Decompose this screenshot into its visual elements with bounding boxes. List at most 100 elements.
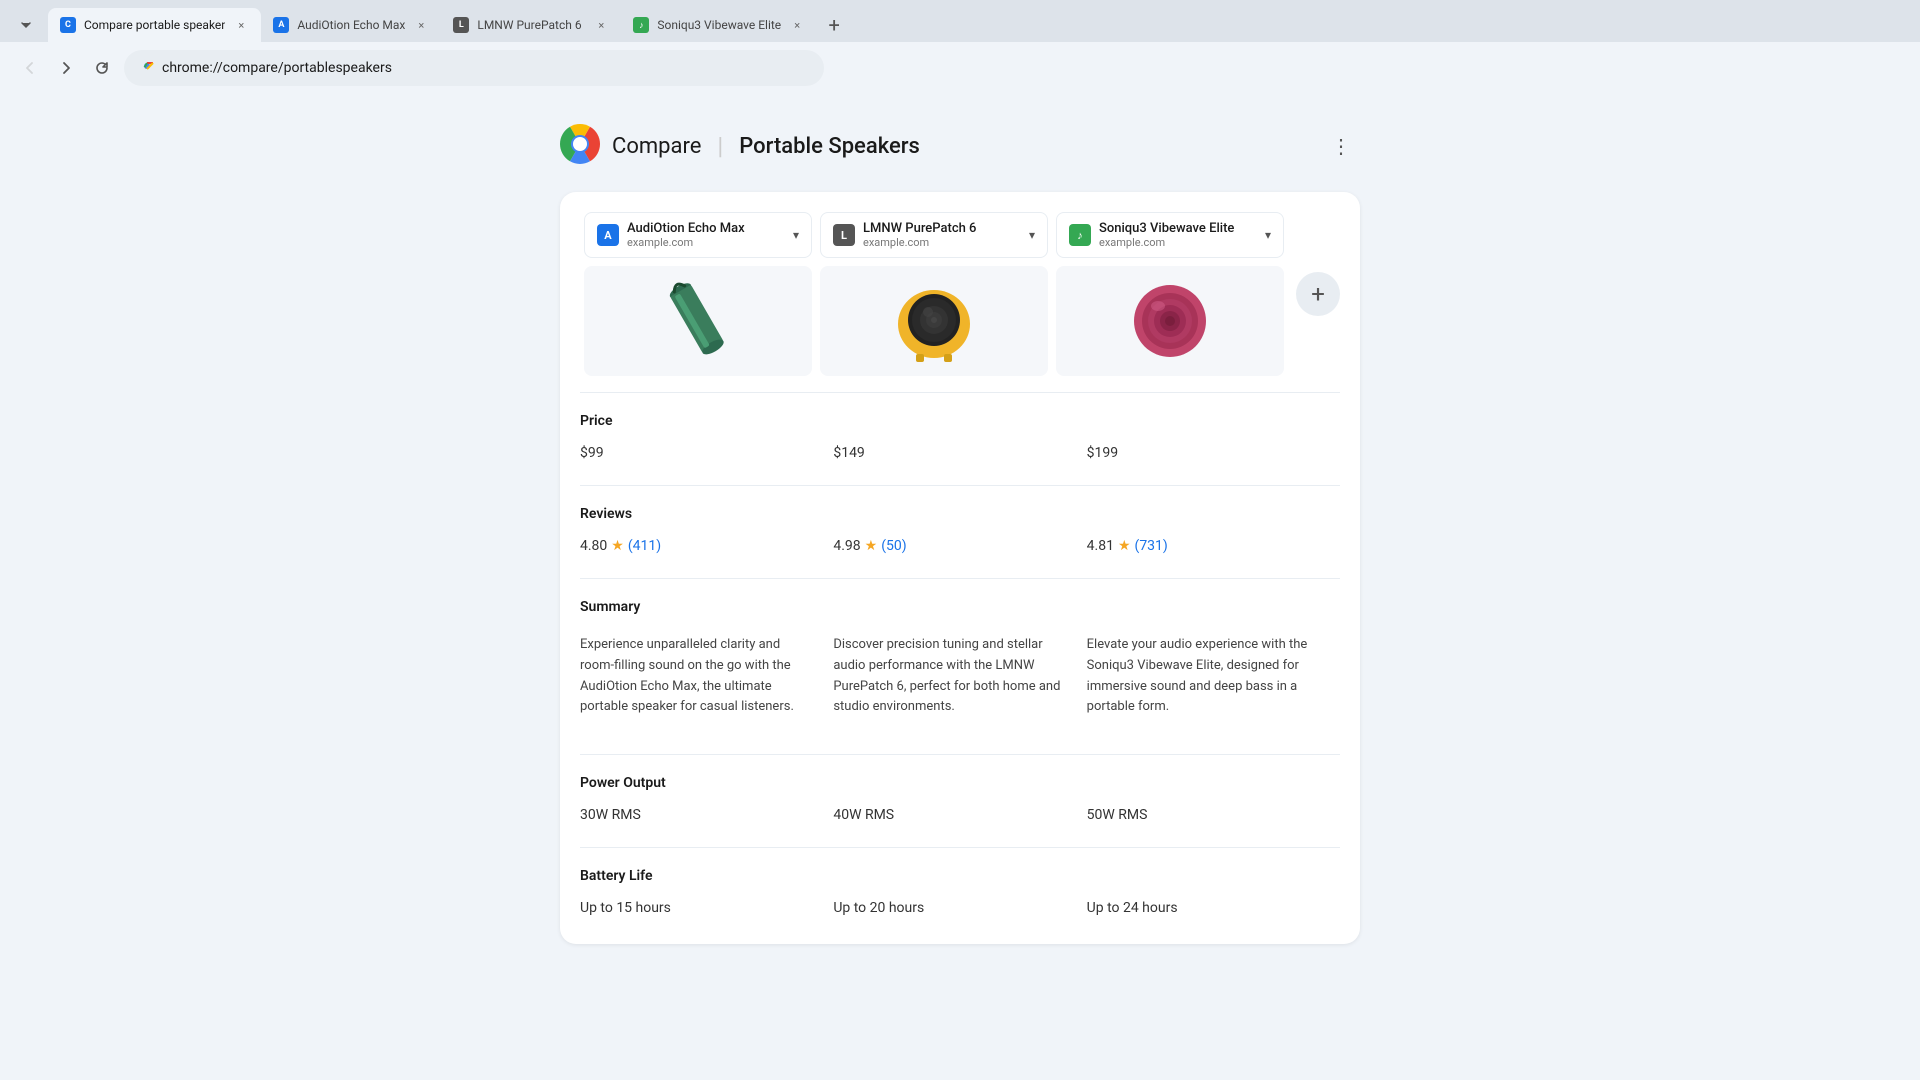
power-data-row: 30W RMS 40W RMS 50W RMS (580, 799, 1340, 831)
product-3-summary-cell: Elevate your audio experience with the S… (1087, 631, 1340, 730)
speaker-3-svg (1120, 266, 1220, 376)
add-product-button[interactable]: + (1296, 272, 1340, 316)
battery-divider (580, 847, 1340, 848)
product-1-name: AudiOtion Echo Max (627, 221, 785, 236)
product-1-image (584, 266, 812, 376)
product-3-star-icon: ★ (1118, 538, 1131, 554)
product-3-info: Soniqu3 Vibewave Elite example.com (1099, 221, 1257, 249)
tab-compare-portable-speakers[interactable]: C Compare portable speaker × (48, 8, 261, 42)
address-bar: chrome://compare/portablespeakers (0, 42, 1920, 94)
battery-section-label: Battery Life (580, 856, 1340, 892)
page-header: Compare | Portable Speakers ⋮ (560, 124, 1360, 168)
product-2-icon: L (833, 224, 855, 246)
price-data-row: $99 $149 $199 (580, 437, 1340, 469)
compare-app-name: Compare (612, 134, 701, 159)
page-header-left: Compare | Portable Speakers (560, 124, 920, 168)
tab2-close-button[interactable]: × (413, 17, 429, 33)
tab2-favicon: A (273, 17, 289, 33)
product-1-selector: A AudiOtion Echo Max example.com ▾ (580, 212, 816, 376)
product-2-battery: Up to 20 hours (833, 900, 1086, 916)
product-2-star-icon: ★ (865, 538, 878, 554)
product-2-review-count-link[interactable]: (50) (881, 538, 906, 554)
tab4-close-button[interactable]: × (789, 17, 805, 33)
product-1-icon: A (597, 224, 619, 246)
products-row: A AudiOtion Echo Max example.com ▾ (580, 212, 1340, 376)
summary-data-row: Experience unparalleled clarity and room… (580, 623, 1340, 738)
browser-frame: C Compare portable speaker × A AudiOtion… (0, 0, 1920, 94)
tab4-favicon: ♪ (633, 17, 649, 33)
tab-audiotion-echo-max[interactable]: A AudiOtion Echo Max × (261, 8, 441, 42)
reload-button[interactable] (88, 54, 116, 82)
product-3-summary: Elevate your audio experience with the S… (1087, 631, 1324, 730)
tab1-title: Compare portable speaker (84, 18, 225, 32)
product-2-header[interactable]: L LMNW PurePatch 6 example.com ▾ (820, 212, 1048, 258)
product-2-dropdown-icon: ▾ (1029, 228, 1035, 242)
tab4-title: Soniqu3 Vibewave Elite (657, 18, 781, 32)
product-2-summary-cell: Discover precision tuning and stellar au… (833, 631, 1086, 730)
product-3-name: Soniqu3 Vibewave Elite (1099, 221, 1257, 236)
product-1-dropdown-icon: ▾ (793, 228, 799, 242)
product-1-rating-row: 4.80 ★ (411) (580, 538, 817, 554)
tab2-title: AudiOtion Echo Max (297, 18, 405, 32)
tab3-close-button[interactable]: × (593, 17, 609, 33)
product-3-reviews: 4.81 ★ (731) (1087, 538, 1340, 554)
compare-container: Compare | Portable Speakers ⋮ A AudiOtio… (560, 124, 1360, 1050)
tab1-close-button[interactable]: × (233, 17, 249, 33)
product-1-header[interactable]: A AudiOtion Echo Max example.com ▾ (584, 212, 812, 258)
header-separator: | (717, 132, 723, 160)
product-3-review-count: 731 (1139, 538, 1163, 554)
product-2-image (820, 266, 1048, 376)
product-3-power: 50W RMS (1087, 807, 1340, 823)
product-2-reviews: 4.98 ★ (50) (833, 538, 1086, 554)
product-1-info: AudiOtion Echo Max example.com (627, 221, 785, 249)
tab1-favicon: C (60, 17, 76, 33)
back-button[interactable] (16, 54, 44, 82)
product-1-rating-value: 4.80 (580, 538, 607, 554)
tab3-favicon: L (453, 17, 469, 33)
product-2-info: LMNW PurePatch 6 example.com (863, 221, 1021, 249)
tab-dropdown-button[interactable] (8, 8, 44, 42)
summary-divider (580, 578, 1340, 579)
product-2-summary: Discover precision tuning and stellar au… (833, 631, 1070, 730)
forward-button[interactable] (52, 54, 80, 82)
product-1-summary: Experience unparalleled clarity and room… (580, 631, 817, 730)
reviews-section-label: Reviews (580, 494, 1340, 530)
battery-data-row: Up to 15 hours Up to 20 hours Up to 24 h… (580, 892, 1340, 924)
product-3-domain: example.com (1099, 236, 1257, 249)
new-tab-button[interactable]: + (817, 8, 851, 42)
product-1-price: $99 (580, 445, 833, 461)
product-3-rating-row: 4.81 ★ (731) (1087, 538, 1324, 554)
product-3-dropdown-icon: ▾ (1265, 228, 1271, 242)
power-section-label: Power Output (580, 763, 1340, 799)
product-1-summary-cell: Experience unparalleled clarity and room… (580, 631, 833, 730)
compare-card: A AudiOtion Echo Max example.com ▾ (560, 192, 1360, 944)
tab-soniqu3-vibewave[interactable]: ♪ Soniqu3 Vibewave Elite × (621, 8, 817, 42)
product-3-review-count-link[interactable]: (731) (1135, 538, 1168, 554)
product-1-review-count-link[interactable]: (411) (628, 538, 661, 554)
tab3-title: LMNW PurePatch 6 (477, 18, 585, 32)
product-1-review-count: 411 (633, 538, 657, 554)
chrome-logo (560, 124, 600, 168)
speaker-2-svg (884, 266, 984, 376)
product-3-rating-value: 4.81 (1087, 538, 1114, 554)
product-2-name: LMNW PurePatch 6 (863, 221, 1021, 236)
tab-lmnw-purepatch[interactable]: L LMNW PurePatch 6 × (441, 8, 621, 42)
address-chrome-icon (140, 59, 154, 77)
tab-bar: C Compare portable speaker × A AudiOtion… (0, 0, 1920, 42)
product-2-domain: example.com (863, 236, 1021, 249)
more-options-button[interactable]: ⋮ (1324, 128, 1360, 164)
product-3-image (1056, 266, 1284, 376)
product-3-header[interactable]: ♪ Soniqu3 Vibewave Elite example.com ▾ (1056, 212, 1284, 258)
price-divider (580, 392, 1340, 393)
address-input[interactable]: chrome://compare/portablespeakers (124, 50, 824, 86)
product-3-price: $199 (1087, 445, 1340, 461)
product-1-domain: example.com (627, 236, 785, 249)
product-1-power: 30W RMS (580, 807, 833, 823)
product-3-battery: Up to 24 hours (1087, 900, 1340, 916)
product-3-selector: ♪ Soniqu3 Vibewave Elite example.com ▾ (1052, 212, 1288, 376)
speaker-1-svg (648, 266, 748, 376)
product-1-battery: Up to 15 hours (580, 900, 833, 916)
power-divider (580, 754, 1340, 755)
product-2-review-count: 50 (886, 538, 902, 554)
product-2-selector: L LMNW PurePatch 6 example.com ▾ (816, 212, 1052, 376)
